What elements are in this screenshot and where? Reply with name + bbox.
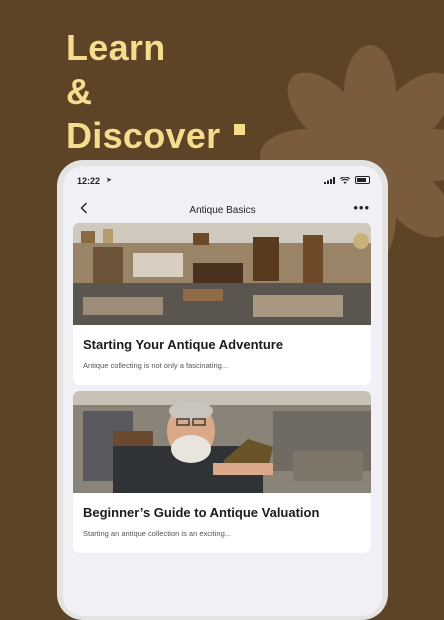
status-icons bbox=[324, 176, 370, 184]
signal-icon bbox=[324, 176, 335, 184]
headline-line-3: Discover bbox=[66, 115, 221, 156]
article-excerpt: Starting an antique collection is an exc… bbox=[83, 529, 232, 538]
page-title: Antique Basics bbox=[189, 205, 256, 216]
headline: Learn & Discover bbox=[66, 26, 221, 158]
article-card[interactable]: Starting Your Antique Adventure Antique … bbox=[73, 223, 371, 385]
article-title: Beginner’s Guide to Antique Valuation bbox=[83, 505, 320, 520]
tablet-frame: 12:22 ➤ Antique Basics ••• Starting Your… bbox=[57, 160, 388, 620]
battery-icon bbox=[355, 176, 370, 184]
more-horizontal-icon: ••• bbox=[353, 200, 370, 215]
article-excerpt: Antique collecting is not only a fascina… bbox=[83, 361, 229, 370]
headline-dot bbox=[234, 124, 245, 135]
collector-photo bbox=[73, 391, 371, 493]
more-button[interactable]: ••• bbox=[353, 200, 370, 215]
headline-line-2: & bbox=[66, 71, 93, 112]
antique-shop-photo bbox=[73, 223, 371, 325]
app-screen: 12:22 ➤ Antique Basics ••• Starting Your… bbox=[63, 166, 382, 616]
article-card[interactable]: Beginner’s Guide to Antique Valuation St… bbox=[73, 391, 371, 553]
status-time: 12:22 bbox=[77, 176, 101, 186]
wifi-icon bbox=[340, 176, 350, 184]
status-bar: 12:22 ➤ bbox=[63, 166, 382, 192]
article-title: Starting Your Antique Adventure bbox=[83, 337, 284, 352]
location-arrow-icon: ➤ bbox=[106, 177, 112, 184]
headline-line-1: Learn bbox=[66, 27, 166, 68]
nav-bar: Antique Basics ••• bbox=[63, 196, 382, 224]
